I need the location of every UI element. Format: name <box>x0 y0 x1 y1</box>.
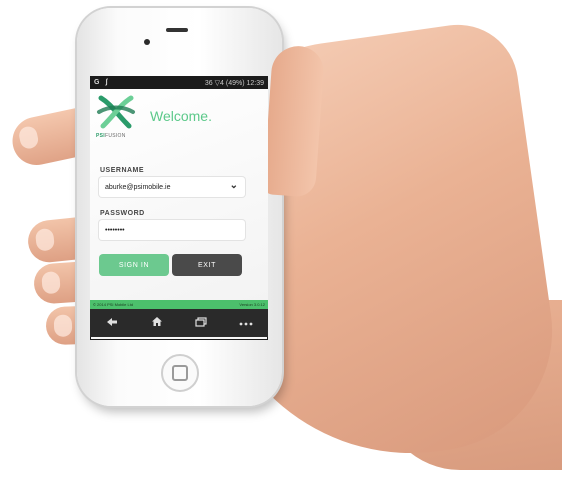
phone-screen: G ʃ 36 ▽4 (49%) 12:39 PSIFUSION Welcome.… <box>90 76 268 340</box>
status-left: G ʃ <box>94 79 112 86</box>
thumb-nail <box>17 124 40 151</box>
brand-name-strong: PSI <box>96 133 105 139</box>
finger-nail <box>34 227 56 252</box>
status-bar: G ʃ 36 ▽4 (49%) 12:39 <box>90 76 268 89</box>
sign-in-button[interactable]: SIGN IN <box>99 254 169 276</box>
brand-name-rest: FUSION <box>104 133 126 139</box>
version-text: Version 3.0.12 <box>239 302 265 307</box>
finger-nail <box>41 271 61 295</box>
home-icon[interactable] <box>147 316 167 330</box>
index-finger <box>262 44 326 198</box>
recent-apps-icon[interactable] <box>191 316 211 330</box>
chevron-down-icon[interactable]: ⌄ <box>230 180 238 191</box>
app-footer: © 2014 PSI Mobile Ltd Version 3.0.12 <box>90 300 268 309</box>
back-arrow-icon[interactable] <box>102 317 122 330</box>
status-right: 36 ▽4 (49%) 12:39 <box>205 79 264 87</box>
status-indicators: 36 ▽4 (49%) 12:39 <box>204 79 264 87</box>
earpiece <box>166 28 188 32</box>
android-nav-bar <box>90 309 268 337</box>
password-label: PASSWORD <box>100 210 145 217</box>
username-field[interactable]: aburke@psimobile.ie ⌄ <box>99 177 245 197</box>
password-field[interactable]: •••••••• <box>99 220 245 240</box>
login-screen: PSIFUSION Welcome. USERNAME aburke@psimo… <box>90 89 268 300</box>
front-camera <box>144 39 150 45</box>
more-dots-icon[interactable] <box>236 317 256 329</box>
home-button-icon <box>172 365 188 381</box>
psi-fusion-logo-icon <box>97 95 135 129</box>
username-value: aburke@psimobile.ie <box>105 183 171 191</box>
status-icon-g: G <box>94 79 100 86</box>
password-value: •••••••• <box>105 226 125 234</box>
welcome-title: Welcome. <box>150 108 212 124</box>
exit-button[interactable]: EXIT <box>172 254 242 276</box>
username-label: USERNAME <box>100 167 145 174</box>
brand-name: PSIFUSION <box>96 133 126 139</box>
copyright-text: © 2014 PSI Mobile Ltd <box>93 302 134 307</box>
finger-nail <box>53 314 73 338</box>
status-icon-app: ʃ <box>105 79 108 86</box>
